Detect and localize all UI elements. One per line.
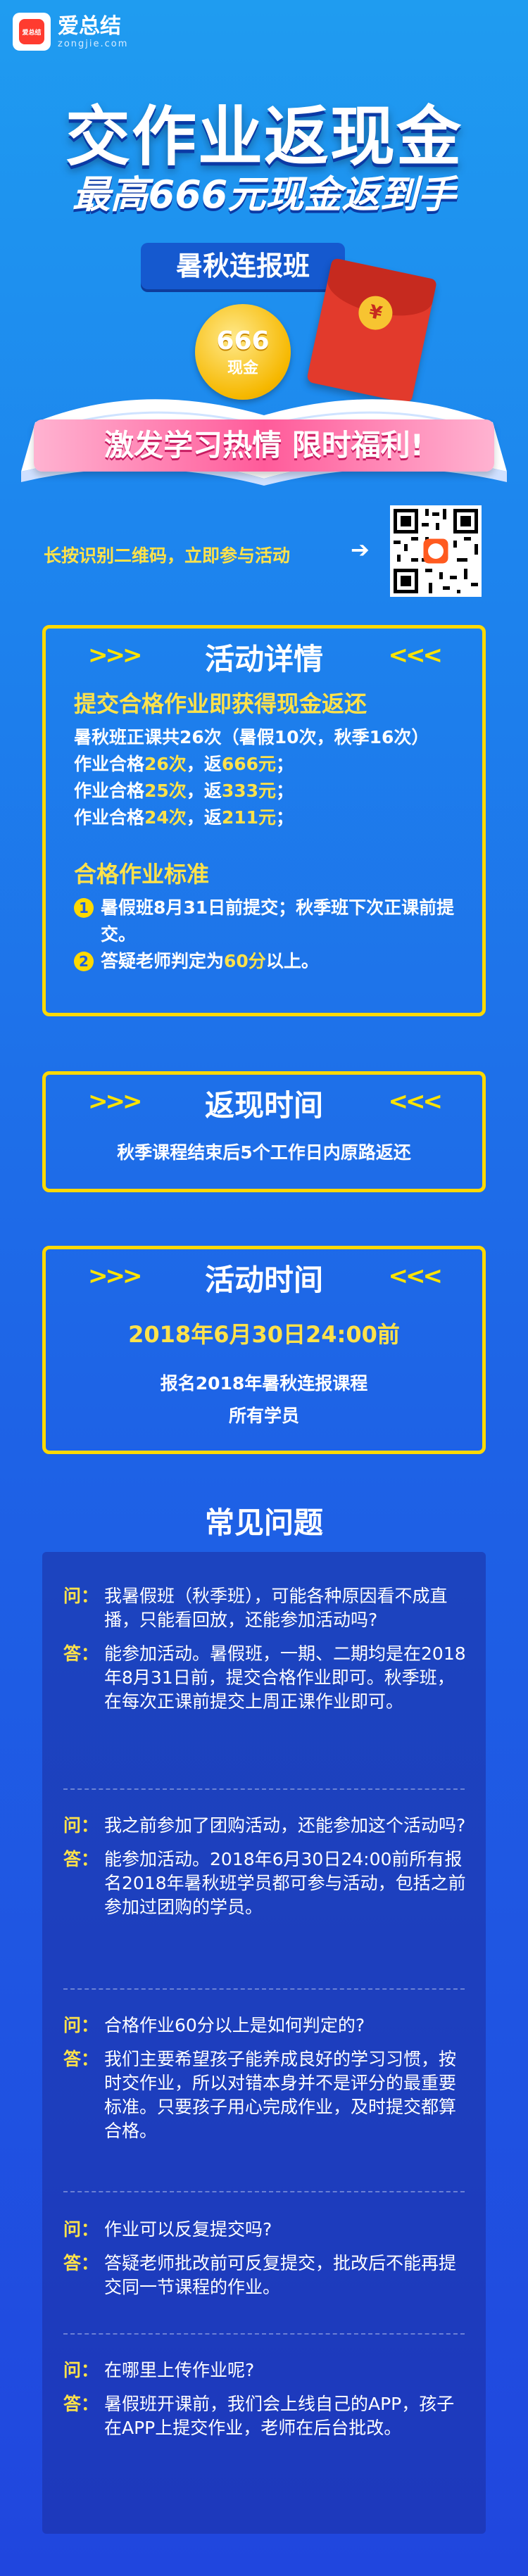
activity-title: 活动详情 (204, 642, 323, 676)
hero-subtitle: 最高666元现金返到手 (72, 172, 456, 217)
faq-item: 问： 合格作业60分以上是如何判定的? 答： 我们主要希望孩子能养成良好的学习习惯，… (63, 2014, 472, 2143)
activity-line: 暑秋班正课共26次（暑假10次，秋季16次） (74, 727, 429, 747)
activity-line: 作业合格25次，返333元； (74, 781, 294, 801)
period-line-2: 所有学员 (228, 1406, 299, 1426)
faq-item: 问： 我暑假班（秋季班），可能各种原因看不成直播，只能看回放，还能参加活动吗? 答… (63, 1584, 472, 1714)
activity-heading: 提交合格作业即获得现金返还 (74, 690, 367, 717)
logo-icon: 爱总结 (13, 13, 51, 51)
class-tag: 暑秋连报班 (141, 243, 345, 289)
number-badge: 2 (74, 952, 94, 971)
refund-text: 秋季课程结束后5个工作日内原路返还 (117, 1142, 411, 1163)
gold-coin-icon: 666 现金 (195, 304, 291, 400)
activity-line: 作业合格26次，返666元； (74, 754, 294, 774)
divider (63, 1988, 465, 1990)
coin-amount: 666 (216, 327, 270, 355)
faq-answer: 能参加活动。暑假班，一期、二期均是在2018年8月31日前，提交合格作业即可。秋… (104, 1643, 466, 1712)
activity-details-card: >>> <<< 活动详情 提交合格作业即获得现金返还 暑秋班正课共26次（暑假1… (42, 625, 486, 1016)
faq-question: 在哪里上传作业呢? (104, 2360, 255, 2380)
period-title: 活动时间 (204, 1263, 323, 1297)
qr-prompt: 长按识别二维码，立即参与活动 (44, 545, 291, 566)
qr-code-icon (390, 505, 482, 597)
refund-time-card: >>> <<< 返现时间 秋季课程结束后5个工作日内原路返还 (42, 1071, 486, 1192)
faq-question: 我暑假班（秋季班），可能各种原因看不成直播，只能看回放，还能参加活动吗? (104, 1586, 448, 1630)
arrow-right-icon: ➔ (351, 536, 370, 563)
rule-item: 2 答疑老师判定为60分以上。 (74, 948, 468, 975)
rule-item: 1 暑假班8月31日前提交；秋季班下次正课前提交。 (74, 895, 468, 948)
faq-answer: 能参加活动。2018年6月30日24:00前所有报名2018年暑秋班学员都可参与… (104, 1849, 466, 1917)
faq-question: 我之前参加了团购活动，还能参加这个活动吗? (104, 1815, 466, 1836)
logo-badge: 爱总结 (19, 19, 44, 44)
faq-question: 合格作业60分以上是如何判定的? (104, 2015, 365, 2035)
standard-heading: 合格作业标准 (74, 861, 210, 888)
faq-item: 问： 在哪里上传作业呢? 答： 暑假班开课前，我们会上线自己的APP，孩子在APP上… (63, 2359, 472, 2440)
number-badge: 1 (74, 898, 94, 918)
faq-answer: 暑假班开课前，我们会上线自己的APP，孩子在APP上提交作业，老师在后台批改。 (104, 2394, 455, 2438)
faq-item: 问： 作业可以反复提交吗? 答： 答疑老师批改前可反复提交，批改后不能再提交同一节课… (63, 2218, 472, 2299)
faq-answer: 答疑老师批改前可反复提交，批改后不能再提交同一节课程的作业。 (104, 2253, 457, 2297)
faq-answer: 我们主要希望孩子能养成良好的学习习惯，按时交作业，所以对错本身并不是评分的最重要… (104, 2049, 457, 2141)
period-line-1: 报名2018年暑秋连报课程 (160, 1373, 368, 1394)
brand-logo[interactable]: 爱总结 爱总结 zongjie.com (13, 13, 128, 51)
faq-panel: 问： 我暑假班（秋季班），可能各种原因看不成直播，只能看回放，还能参加活动吗? 答… (42, 1552, 486, 2534)
divider (63, 1788, 465, 1790)
faq-item: 问： 我之前参加了团购活动，还能参加这个活动吗? 答： 能参加活动。2018年6月3… (63, 1814, 472, 1919)
faq-question: 作业可以反复提交吗? (104, 2219, 272, 2240)
activity-line: 作业合格24次，返211元； (74, 807, 294, 828)
brand-name: 爱总结 (58, 13, 121, 39)
activity-period-card: >>> <<< 活动时间 2018年6月30日24:00前 报名2018年暑秋连… (42, 1246, 486, 1454)
divider (63, 2333, 465, 2335)
coin-unit: 现金 (227, 360, 258, 377)
brand-domain: zongjie.com (58, 38, 129, 49)
qr-code[interactable] (390, 505, 482, 597)
faq-title: 常见问题 (204, 1505, 323, 1540)
promo-banner: 激发学习热情 限时福利! (34, 419, 494, 472)
divider (63, 2191, 465, 2192)
deadline: 2018年6月30日24:00前 (128, 1321, 400, 1348)
refund-title: 返现时间 (204, 1088, 323, 1123)
